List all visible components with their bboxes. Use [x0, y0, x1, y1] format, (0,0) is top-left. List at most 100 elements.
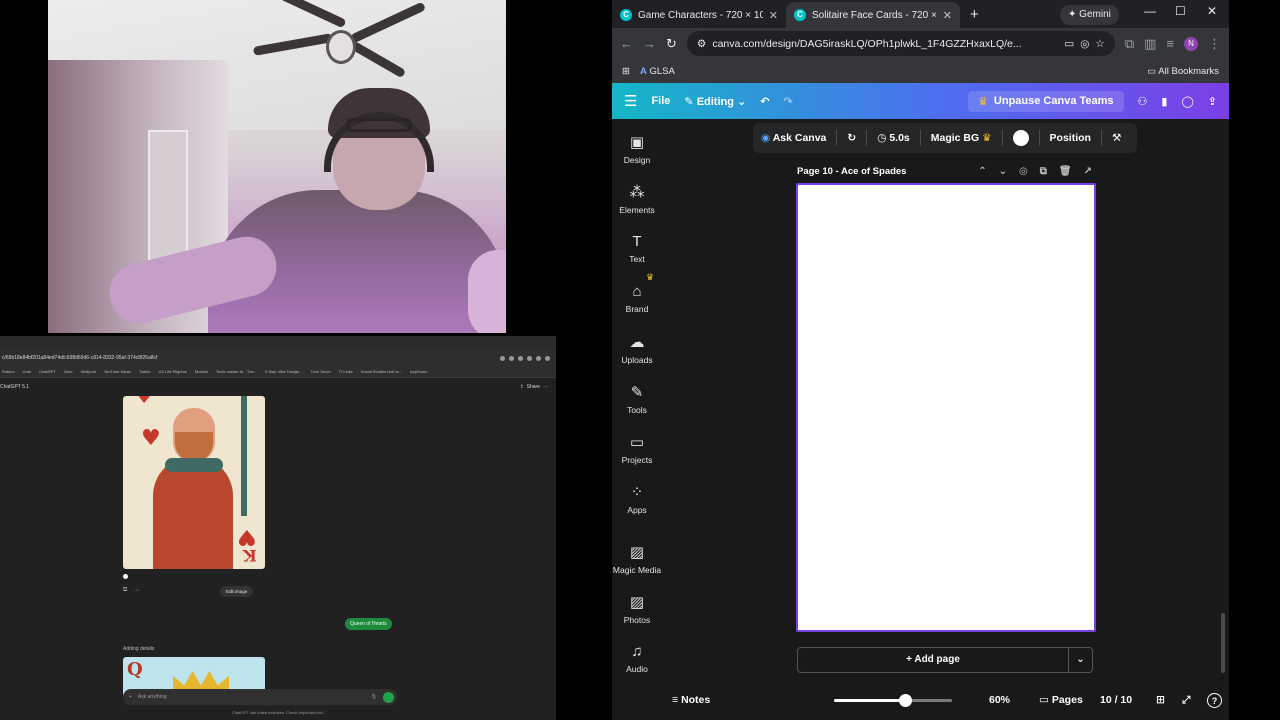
all-bookmarks[interactable]: ▭ All Bookmarks — [1147, 66, 1219, 77]
chevron-down-icon[interactable]: ⌄ — [1068, 648, 1092, 672]
menu-extension-icon[interactable]: ≡ — [1166, 36, 1174, 51]
undo-icon[interactable]: ↶ — [760, 95, 769, 108]
sidebar-item-magic-media[interactable]: ▨ Magic Media — [612, 543, 662, 575]
scrollbar[interactable] — [1221, 613, 1225, 673]
fullscreen-icon[interactable]: ⤢ — [1182, 694, 1190, 707]
zoom-slider[interactable] — [834, 694, 952, 707]
help-icon[interactable]: ? — [1207, 692, 1222, 708]
bookmark-item[interactable]: Social Studies Unit la... — [361, 369, 402, 374]
duration-button[interactable]: ◷ 5.0s — [877, 132, 910, 144]
sidebar-item-projects[interactable]: ▭ Projects — [612, 433, 662, 465]
plus-icon[interactable]: + — [129, 694, 132, 700]
add-page-button[interactable]: + Add page ⌄ — [797, 647, 1093, 673]
duplicate-page-icon[interactable]: ⧉ — [1040, 166, 1047, 177]
background-color-swatch[interactable] — [1012, 130, 1029, 146]
tab-game-characters[interactable]: C Game Characters - 720 × 1080 ✕ — [612, 2, 786, 28]
close-window-icon[interactable]: ✕ — [1207, 4, 1217, 18]
sidebar-item-text[interactable]: T Text — [612, 233, 662, 264]
bookmark-item[interactable]: Skidpost — [80, 369, 95, 374]
eye-off-icon[interactable]: ◎ — [1080, 38, 1089, 50]
reload-icon[interactable]: ↻ — [666, 36, 677, 52]
king-of-hearts-card-image[interactable]: ♥ ♥ ♥ K — [123, 396, 265, 569]
edit-image-button[interactable]: Edit image — [220, 586, 254, 597]
zoom-level[interactable]: 60% — [989, 694, 1010, 706]
zoom-slider-knob[interactable] — [898, 694, 912, 707]
ask-canva-button[interactable]: ◉ Ask Canva — [761, 132, 826, 144]
people-icon[interactable]: ⚇ — [1138, 95, 1148, 108]
bookmark-item[interactable]: YouTube Music — [104, 369, 131, 374]
close-tab-icon[interactable]: ✕ — [769, 9, 778, 22]
bookmark-item[interactable]: AppSumo — [410, 369, 428, 374]
profile-avatar[interactable]: N — [1184, 36, 1198, 51]
grid-view-icon[interactable]: ⊞ — [1156, 694, 1165, 706]
share-icon[interactable]: ⇪ — [1208, 95, 1217, 108]
sidebar-item-uploads[interactable]: ☁ Uploads — [612, 333, 662, 365]
analytics-icon[interactable]: ▮ — [1161, 95, 1167, 108]
sidebar-item-elements[interactable]: ⁂ Elements — [612, 183, 662, 215]
chevron-up-icon[interactable]: ⌃ — [978, 166, 986, 177]
bookmark-item[interactable]: Mobbin — [195, 369, 208, 374]
forward-icon[interactable]: → — [643, 36, 656, 51]
site-info-icon[interactable]: ⚙ — [697, 38, 706, 50]
hide-page-icon[interactable]: ◎ — [1019, 166, 1028, 177]
redo-icon[interactable]: ↷ — [783, 95, 792, 108]
gemini-button[interactable]: ✦ Gemini — [1060, 5, 1119, 25]
composer-input[interactable]: Ask anything — [138, 694, 365, 700]
position-button[interactable]: Position — [1050, 132, 1091, 144]
copy-icon[interactable]: ⧉ — [123, 587, 127, 594]
notes-button[interactable]: ≡ Notes — [672, 694, 710, 706]
address-bar[interactable]: c/69b18e84bf201a84ed74d/c698d69d6-c814-8… — [0, 350, 556, 366]
sidebar-item-brand[interactable]: ⌂ Brand — [612, 283, 662, 314]
sidebar-item-design[interactable]: ▣ Design — [612, 133, 662, 165]
sidebar-item-tools[interactable]: ✎ Tools — [612, 383, 662, 415]
bookmark-item[interactable]: TI Links — [339, 369, 353, 374]
paint-roller-icon[interactable]: ⚒ — [1112, 132, 1121, 144]
add-page-label[interactable]: + Add page — [798, 648, 1068, 672]
sidebar-item-audio[interactable]: ♫ Audio — [612, 643, 662, 674]
sidebar-item-apps[interactable]: ⁘ Apps — [612, 483, 662, 515]
editing-mode-dropdown[interactable]: ✎ Editing ⌄ — [684, 95, 746, 108]
kebab-menu-icon[interactable]: ⋮ — [1208, 36, 1221, 52]
minimize-icon[interactable]: — — [1144, 4, 1156, 18]
page-counter[interactable]: 10 / 10 — [1100, 694, 1132, 706]
hamburger-menu-icon[interactable]: ☰ — [624, 92, 637, 110]
pages-button[interactable]: ▭ Pages — [1039, 694, 1083, 706]
sidepanel-icon[interactable]: ▥ — [1144, 36, 1156, 52]
bookmark-item[interactable]: Grok — [22, 369, 31, 374]
comment-icon[interactable]: ◯ — [1181, 95, 1193, 108]
apps-grid-icon[interactable]: ⊞ — [622, 66, 630, 77]
design-page-canvas[interactable] — [796, 183, 1096, 632]
voice-button[interactable] — [383, 691, 394, 703]
bookmark-item[interactable]: Roblox — [2, 369, 14, 374]
bookmark-item[interactable]: Tech Touch — [311, 369, 331, 374]
share-button[interactable]: ⇪ Share ⋯ — [519, 384, 548, 390]
bookmark-glsa[interactable]: A GLSA — [640, 66, 675, 77]
mic-icon[interactable]: 🎙 — [371, 694, 377, 700]
bookmark-item[interactable]: 5 Step Vibe Design... — [265, 369, 303, 374]
maximize-icon[interactable]: ☐ — [1175, 4, 1186, 18]
bookmark-item[interactable]: ChatGPT — [39, 369, 56, 374]
bookmark-item[interactable]: US Life Pilgrims — [158, 369, 186, 374]
magic-bg-button[interactable]: Magic BG ♛ — [931, 132, 992, 144]
refresh-icon[interactable]: ↻ — [847, 132, 856, 144]
delete-page-icon[interactable]: 🗑 — [1059, 166, 1072, 177]
new-tab-button[interactable]: + — [960, 2, 989, 28]
address-bar[interactable]: ⚙ canva.com/design/DAG5iraskLQ/OPh1plwkL… — [686, 31, 1115, 56]
bookmark-item[interactable]: Twitch — [139, 369, 150, 374]
page-title-input[interactable]: Page 10 - Ace of Spades — [797, 166, 978, 177]
sidebar-item-photos[interactable]: ▨ Photos — [612, 593, 662, 625]
star-icon[interactable]: ☆ — [1095, 38, 1104, 50]
chevron-down-icon[interactable]: ⌄ — [999, 166, 1007, 177]
cast-icon[interactable]: ▭ — [1064, 38, 1074, 50]
close-tab-icon[interactable]: ✕ — [943, 9, 952, 22]
model-selector[interactable]: ChatGPT 5.1 — [0, 384, 29, 390]
message-composer[interactable]: + Ask anything 🎙 — [123, 689, 397, 705]
add-page-icon[interactable]: ↗ — [1084, 166, 1092, 177]
bookmark-item[interactable]: Tools master AI - The... — [216, 369, 257, 374]
tab-solitaire-face-cards[interactable]: C Solitaire Face Cards - 720 × 10 ✕ — [786, 2, 960, 28]
extensions-icon[interactable]: ⧉ — [1125, 36, 1134, 52]
more-icon[interactable]: ⋯ — [133, 587, 139, 594]
bookmark-item[interactable]: Gem — [64, 369, 73, 374]
unpause-teams-button[interactable]: ♛ Unpause Canva Teams — [968, 90, 1124, 112]
back-icon[interactable]: ← — [620, 36, 633, 51]
